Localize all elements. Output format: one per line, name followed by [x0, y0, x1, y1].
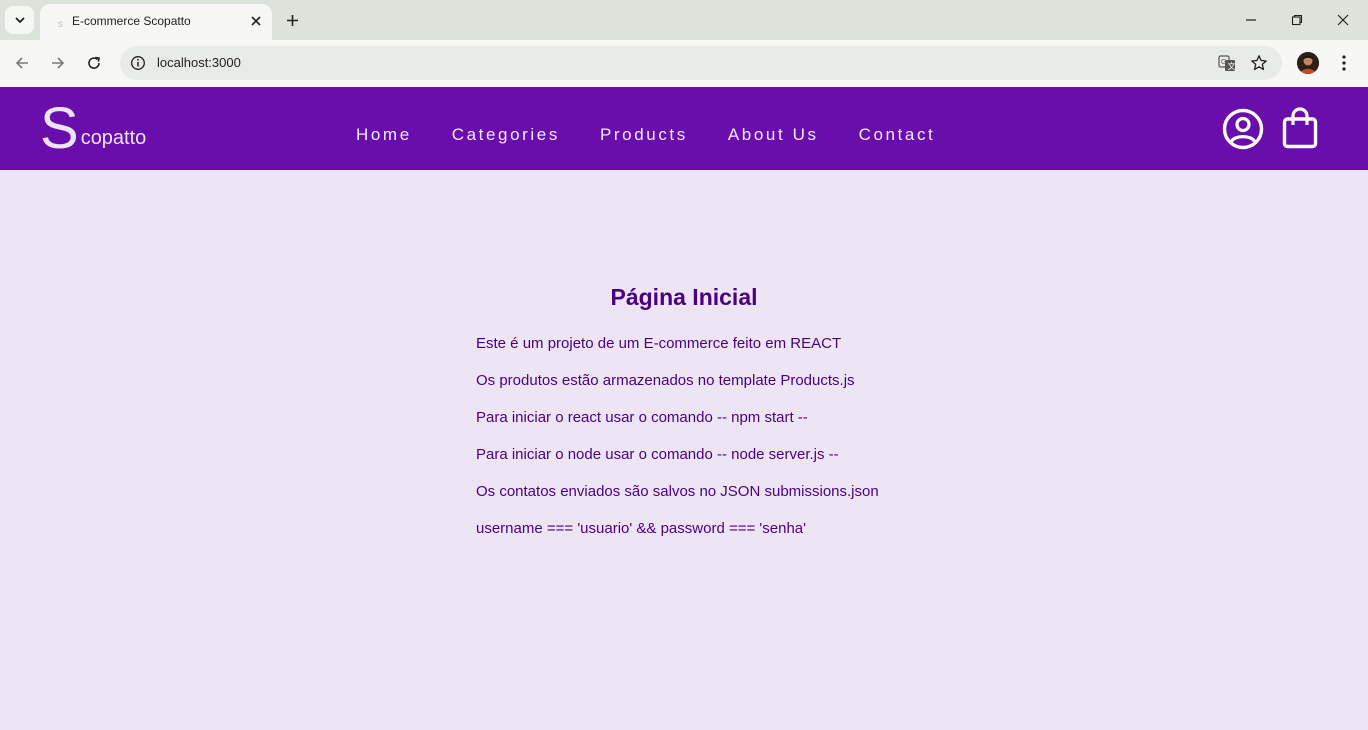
- new-tab-button[interactable]: [283, 11, 301, 29]
- browser-tab[interactable]: s E-commerce Scopatto: [40, 4, 272, 40]
- main-nav: Home Categories Products About Us Contac…: [356, 125, 935, 145]
- main-content: Página Inicial Este é um projeto de um E…: [0, 170, 1368, 730]
- plus-icon: [286, 14, 298, 26]
- tab-search-button[interactable]: [5, 6, 34, 34]
- svg-text:s: s: [58, 19, 63, 28]
- svg-text:G: G: [1221, 59, 1226, 66]
- close-tab-button[interactable]: [248, 13, 264, 29]
- page-favicon-icon: s: [58, 19, 63, 28]
- nav-about-us[interactable]: About Us: [728, 125, 819, 145]
- minimize-icon: [1246, 19, 1256, 21]
- close-window-button[interactable]: [1333, 10, 1353, 30]
- site-header: S copatto Home Categories Products About…: [0, 87, 1368, 170]
- minimize-button[interactable]: [1241, 10, 1261, 30]
- forward-button[interactable]: [47, 52, 69, 74]
- nav-home[interactable]: Home: [356, 125, 412, 145]
- browser-menu-button[interactable]: [1334, 52, 1354, 74]
- svg-text:文: 文: [1228, 61, 1236, 71]
- reload-button[interactable]: [83, 52, 105, 74]
- profile-avatar[interactable]: [1297, 52, 1319, 74]
- nav-categories[interactable]: Categories: [452, 125, 560, 145]
- info-line: Este é um projeto de um E-commerce feito…: [476, 335, 842, 352]
- site-info-icon[interactable]: [130, 55, 146, 71]
- info-line: Para iniciar o react usar o comando -- n…: [476, 409, 808, 426]
- nav-contact[interactable]: Contact: [859, 125, 936, 145]
- arrow-left-icon: [15, 57, 28, 69]
- translate-icon[interactable]: 文G: [1218, 54, 1236, 72]
- avatar-icon: [1297, 52, 1319, 74]
- page-title: Página Inicial: [610, 284, 758, 310]
- logo-letter: S: [40, 96, 79, 161]
- restore-button[interactable]: [1287, 10, 1307, 30]
- chevron-down-icon: [14, 17, 25, 24]
- info-line: username === 'usuario' && password === '…: [476, 520, 806, 537]
- url-text[interactable]: localhost:3000: [157, 55, 241, 70]
- tab-title: E-commerce Scopatto: [72, 14, 191, 28]
- info-line: Os produtos estão armazenados no templat…: [476, 372, 855, 389]
- browser-toolbar: localhost:3000 文G: [0, 40, 1368, 87]
- shopping-bag-icon[interactable]: [1282, 107, 1318, 149]
- site-logo[interactable]: S copatto: [40, 99, 146, 159]
- info-line: Para iniciar o node usar o comando -- no…: [476, 446, 839, 463]
- browser-tabbar: s E-commerce Scopatto: [0, 0, 1368, 40]
- reload-icon: [88, 56, 100, 69]
- info-list: Este é um projeto de um E-commerce feito…: [476, 334, 879, 556]
- bookmark-star-icon[interactable]: [1250, 54, 1268, 72]
- address-bar[interactable]: localhost:3000 文G: [120, 46, 1282, 80]
- info-line: Os contatos enviados são salvos no JSON …: [476, 483, 879, 500]
- close-icon: [1337, 14, 1349, 26]
- arrow-right-icon: [52, 57, 65, 69]
- back-button[interactable]: [11, 52, 33, 74]
- nav-products[interactable]: Products: [600, 125, 688, 145]
- user-circle-icon[interactable]: [1222, 108, 1264, 150]
- logo-text: copatto: [80, 127, 147, 149]
- restore-icon: [1291, 14, 1303, 26]
- more-vertical-icon: [1342, 55, 1346, 71]
- close-icon: [251, 16, 261, 26]
